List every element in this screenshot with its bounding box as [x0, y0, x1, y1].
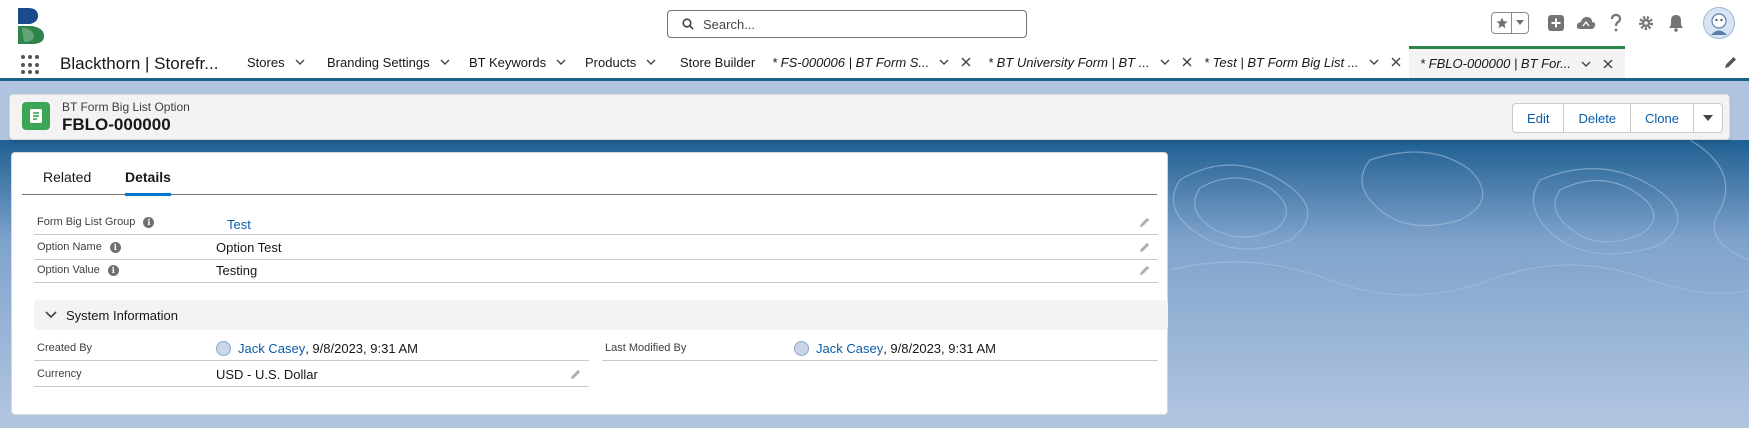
field-currency: Currency USD - U.S. Dollar — [34, 363, 589, 387]
global-search-input[interactable]: Search... — [667, 10, 1027, 38]
settings-gear-icon[interactable] — [1636, 13, 1656, 33]
record-header: BT Form Big List Option FBLO-000000 Edit… — [9, 94, 1730, 140]
field-option-value: Option Value i Testing — [34, 259, 1158, 283]
record-object-label: BT Form Big List Option — [62, 100, 190, 114]
nav-item-label: Store Builder — [680, 54, 756, 70]
field-label-text: Form Big List Group — [37, 216, 136, 228]
edit-button[interactable]: Edit — [1513, 104, 1565, 132]
close-icon[interactable] — [1391, 57, 1401, 67]
delete-button[interactable]: Delete — [1564, 104, 1632, 132]
favorites-star-icon[interactable] — [1492, 13, 1512, 33]
chevron-down-icon[interactable] — [1369, 59, 1379, 65]
info-icon[interactable]: i — [143, 216, 155, 228]
tab-label: * FBLO-000000 | BT For... — [1420, 56, 1572, 71]
user-avatar-icon — [216, 341, 231, 356]
favorites-group — [1491, 12, 1529, 34]
trailhead-cloud-icon[interactable] — [1576, 13, 1596, 33]
nav-item-label: Products — [585, 54, 637, 70]
chevron-down-icon[interactable] — [646, 59, 656, 65]
more-actions-dropdown-icon[interactable] — [1694, 104, 1722, 132]
nav-item-label: BT Keywords — [469, 54, 547, 70]
last-modified-by-user-link[interactable]: Jack Casey — [816, 341, 883, 356]
notifications-bell-icon[interactable] — [1666, 13, 1686, 33]
field-last-modified-by: Last Modified By Jack Casey , 9/8/2023, … — [602, 337, 1158, 361]
form-option-object-icon — [22, 102, 50, 130]
created-by-user-link[interactable]: Jack Casey — [238, 341, 305, 356]
nav-item-stores[interactable]: Stores — [247, 46, 305, 78]
edit-pencil-icon[interactable] — [1139, 264, 1150, 279]
utility-icons — [1491, 0, 1749, 46]
chevron-down-icon[interactable] — [295, 59, 305, 65]
chevron-down-icon[interactable] — [1160, 59, 1170, 65]
search-icon — [682, 18, 694, 30]
tab-test-bt-form-big-list[interactable]: * Test | BT Form Big List ... — [1204, 46, 1401, 78]
close-icon[interactable] — [961, 57, 971, 67]
record-detail-card: Related Details Form Big List Group i Te… — [11, 152, 1168, 415]
nav-item-label: Stores — [247, 54, 285, 70]
edit-nav-pencil-icon[interactable] — [1724, 56, 1737, 72]
global-header: Search... — [0, 0, 1749, 46]
created-by-date: , 9/8/2023, 9:31 AM — [305, 341, 418, 356]
nav-item-bt-keywords[interactable]: BT Keywords — [469, 46, 566, 78]
tab-label: * FS-000006 | BT Form S... — [772, 54, 930, 70]
tab-related[interactable]: Related — [43, 169, 91, 185]
field-label: Option Name i — [37, 241, 121, 253]
field-created-by: Created By Jack Casey , 9/8/2023, 9:31 A… — [34, 337, 589, 361]
system-information-section-toggle[interactable]: System Information — [34, 300, 1168, 330]
edit-pencil-icon[interactable] — [570, 368, 581, 383]
field-label: Last Modified By — [605, 342, 687, 354]
blackthorn-logo[interactable] — [16, 6, 46, 44]
tab-bt-university-form[interactable]: * BT University Form | BT ... — [988, 46, 1192, 78]
tab-fs-000006[interactable]: * FS-000006 | BT Form S... — [772, 46, 971, 78]
search-placeholder: Search... — [703, 16, 756, 32]
last-modified-by-value: Jack Casey , 9/8/2023, 9:31 AM — [794, 341, 996, 356]
help-icon[interactable] — [1606, 13, 1626, 33]
tab-details[interactable]: Details — [125, 169, 171, 196]
chevron-down-icon[interactable] — [440, 59, 450, 65]
record-title: FBLO-000000 — [62, 115, 171, 134]
clone-button[interactable]: Clone — [1631, 104, 1694, 132]
tab-label: * BT University Form | BT ... — [988, 54, 1150, 70]
field-label: Form Big List Group i — [37, 216, 155, 228]
currency-value: USD - U.S. Dollar — [216, 367, 318, 382]
edit-pencil-icon[interactable] — [1139, 216, 1150, 231]
global-actions-plus-icon[interactable] — [1546, 13, 1566, 33]
app-launcher-icon[interactable] — [21, 55, 41, 75]
form-big-list-group-link[interactable]: Test — [227, 217, 251, 232]
record-actions: Edit Delete Clone — [1512, 103, 1723, 133]
field-form-big-list-group: Form Big List Group i Test — [34, 211, 1158, 235]
created-by-value: Jack Casey , 9/8/2023, 9:31 AM — [216, 341, 418, 356]
option-name-value: Option Test — [216, 240, 282, 255]
field-label: Currency — [37, 368, 82, 380]
field-label-text: Option Name — [37, 241, 102, 253]
nav-item-label: Branding Settings — [327, 54, 430, 70]
tab-fblo-000000[interactable]: * FBLO-000000 | BT For... — [1409, 46, 1625, 78]
section-title: System Information — [66, 307, 178, 323]
detail-tabs: Related Details — [22, 153, 1157, 196]
close-icon[interactable] — [1182, 57, 1192, 67]
nav-item-store-builder[interactable]: Store Builder — [680, 46, 755, 78]
user-avatar-icon — [794, 341, 809, 356]
info-icon[interactable]: i — [107, 264, 119, 276]
chevron-down-icon[interactable] — [939, 59, 949, 65]
tab-label: * Test | BT Form Big List ... — [1204, 54, 1359, 70]
app-nav-bar: Blackthorn | Storefr... Stores Branding … — [0, 46, 1749, 81]
field-label: Created By — [37, 342, 93, 354]
field-label-text: Option Value — [37, 264, 100, 276]
app-name: Blackthorn | Storefr... — [60, 54, 219, 73]
field-label: Option Value i — [37, 264, 119, 276]
favorites-dropdown-icon[interactable] — [1512, 13, 1528, 33]
field-option-name: Option Name i Option Test — [34, 236, 1158, 260]
last-modified-by-date: , 9/8/2023, 9:31 AM — [883, 341, 996, 356]
chevron-down-icon[interactable] — [556, 59, 566, 65]
nav-item-products[interactable]: Products — [585, 46, 656, 78]
edit-pencil-icon[interactable] — [1139, 241, 1150, 256]
nav-item-branding-settings[interactable]: Branding Settings — [327, 46, 450, 78]
chevron-down-icon[interactable] — [1581, 61, 1591, 67]
option-value-value: Testing — [216, 263, 258, 278]
user-avatar[interactable] — [1703, 7, 1735, 39]
info-icon[interactable]: i — [109, 241, 121, 253]
chevron-down-icon — [45, 311, 57, 319]
close-icon[interactable] — [1603, 59, 1613, 69]
